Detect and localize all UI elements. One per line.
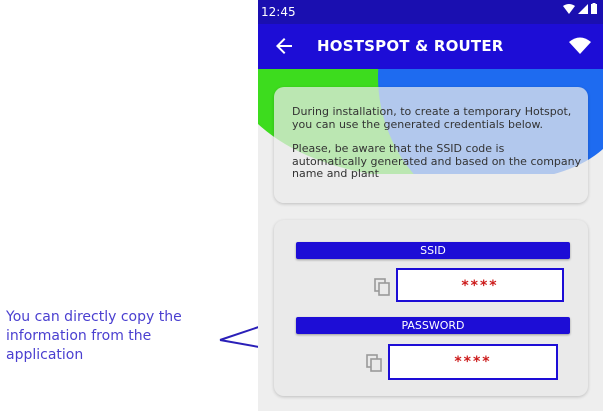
password-field[interactable]: **** (388, 344, 558, 380)
back-arrow-icon[interactable] (272, 34, 296, 58)
status-bar: 12:45 (258, 0, 603, 24)
phone-screen: 12:45 HOSTSPOT & ROUTER During installat… (258, 0, 603, 411)
info-paragraph-2: Please, be aware that the SSID code is a… (292, 142, 582, 180)
info-paragraph-1: During installation, to create a tempora… (292, 105, 572, 131)
signal-icon (578, 3, 588, 14)
copy-password-icon[interactable] (366, 354, 384, 372)
status-time: 12:45 (261, 5, 296, 19)
page-title: HOSTSPOT & ROUTER (317, 37, 504, 55)
credentials-card: SSID **** PASSWORD **** (274, 220, 588, 396)
info-card: During installation, to create a tempora… (274, 87, 588, 203)
password-label: PASSWORD (296, 317, 570, 334)
battery-icon (591, 3, 597, 14)
wifi-status-icon (563, 3, 575, 14)
ssid-label: SSID (296, 242, 570, 259)
annotation-text: You can directly copy the information fr… (6, 309, 182, 363)
copy-ssid-icon[interactable] (374, 278, 392, 296)
app-bar: HOSTSPOT & ROUTER (258, 24, 603, 69)
wifi-icon[interactable] (569, 36, 591, 56)
ssid-field[interactable]: **** (396, 268, 564, 302)
